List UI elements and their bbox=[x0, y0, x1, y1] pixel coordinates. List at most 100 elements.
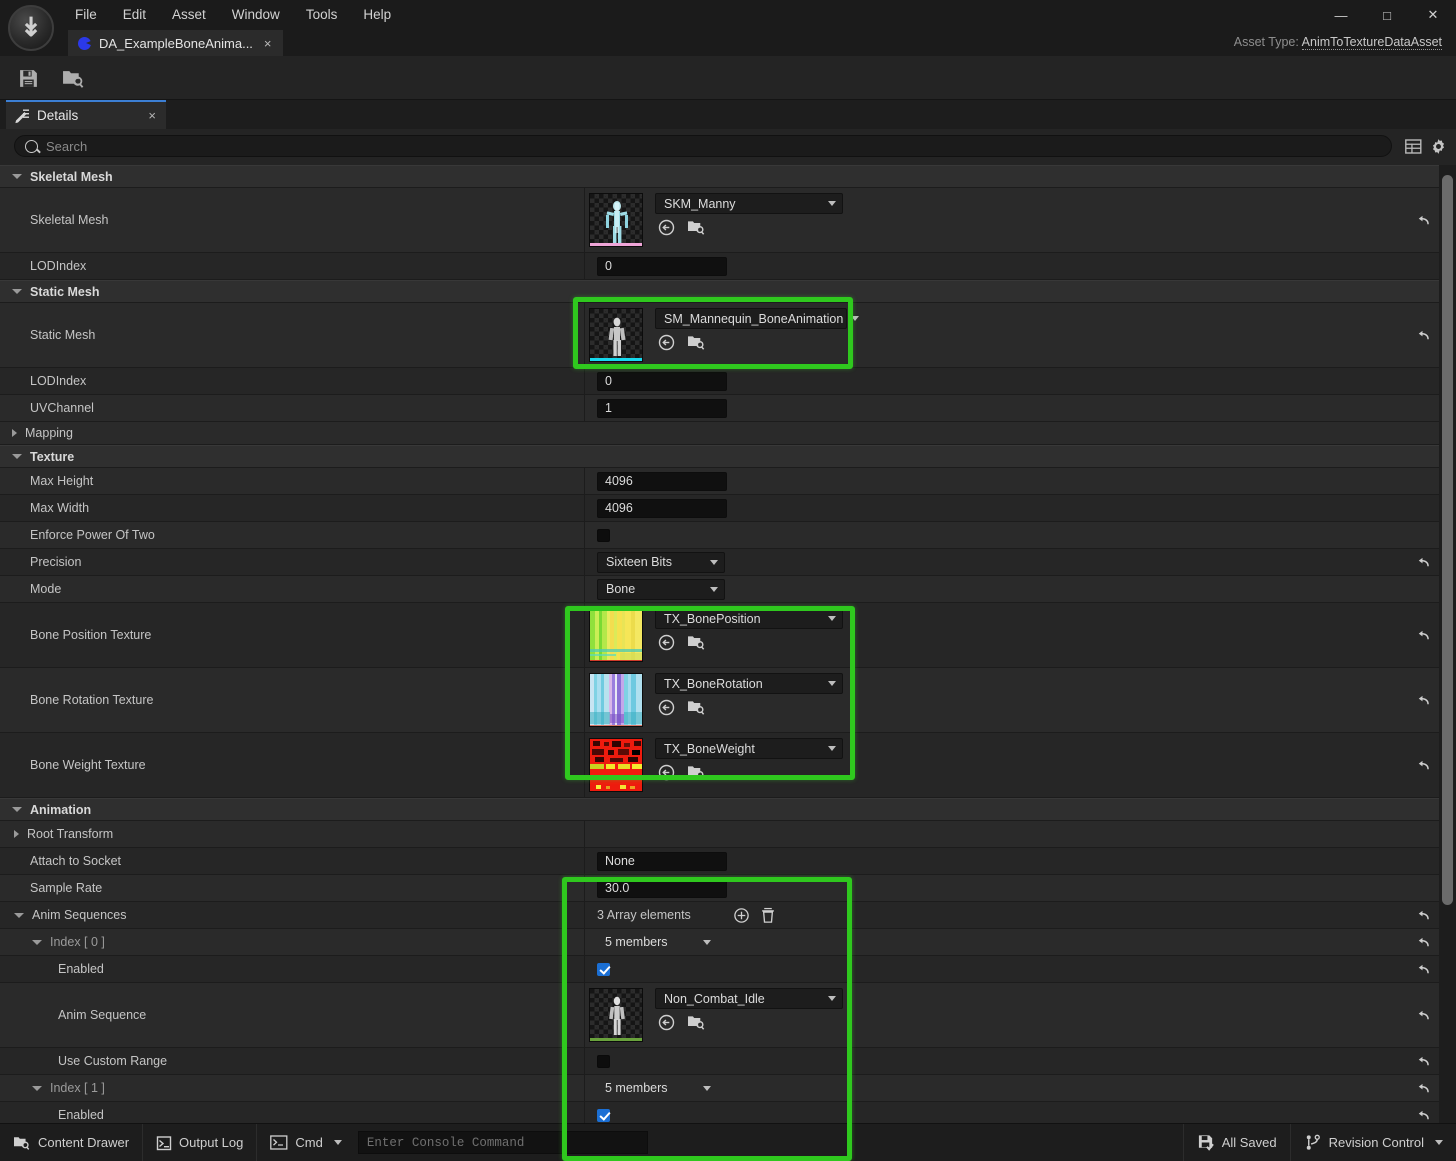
use-selected-asset-button[interactable] bbox=[657, 333, 676, 351]
asset-picker-bone-weight[interactable]: TX_BoneWeight bbox=[589, 733, 843, 797]
column-view-button[interactable] bbox=[1404, 137, 1423, 156]
bone-rotation-dropdown[interactable]: TX_BoneRotation bbox=[655, 673, 843, 694]
chevron-down-icon[interactable] bbox=[32, 939, 42, 945]
reset-to-default-button[interactable] bbox=[1412, 1080, 1432, 1096]
reset-to-default-button[interactable] bbox=[1412, 627, 1432, 643]
chevron-right-icon[interactable] bbox=[14, 830, 19, 838]
reset-to-default-button[interactable] bbox=[1412, 1053, 1432, 1069]
settings-button[interactable] bbox=[1429, 137, 1448, 156]
unreal-engine-logo-icon[interactable]: ↡ bbox=[8, 5, 54, 51]
row-root-transform[interactable]: Root Transform bbox=[0, 821, 1441, 848]
max-width-input[interactable]: 4096 bbox=[597, 498, 727, 518]
reset-to-default-button[interactable] bbox=[1412, 907, 1432, 923]
bone-position-dropdown[interactable]: TX_BonePosition bbox=[655, 608, 843, 629]
browse-to-asset-button[interactable] bbox=[687, 763, 706, 781]
reset-to-default-button[interactable] bbox=[1412, 934, 1432, 950]
browse-to-asset-button[interactable] bbox=[687, 333, 706, 351]
reset-to-default-button[interactable] bbox=[1412, 327, 1432, 343]
asset-picker-bone-position[interactable]: TX_BonePosition bbox=[589, 603, 843, 667]
close-icon[interactable]: × bbox=[261, 36, 275, 51]
lod-index-input[interactable]: 0 bbox=[597, 256, 727, 276]
delete-all-elements-button[interactable] bbox=[755, 904, 781, 926]
menu-asset[interactable]: Asset bbox=[159, 0, 219, 30]
enabled-checkbox-0[interactable] bbox=[597, 962, 610, 976]
category-static-mesh[interactable]: Static Mesh bbox=[0, 280, 1441, 303]
asset-tab[interactable]: DA_ExampleBoneAnima... × bbox=[68, 30, 283, 56]
use-selected-asset-button[interactable] bbox=[657, 218, 676, 236]
asset-picker-anim-sequence-0[interactable]: Non_Combat_Idle bbox=[589, 983, 843, 1047]
asset-picker-bone-rotation[interactable]: TX_BoneRotation bbox=[589, 668, 843, 732]
use-selected-asset-button[interactable] bbox=[657, 698, 676, 716]
lod-index-input[interactable]: 0 bbox=[597, 371, 727, 391]
browse-to-asset-button[interactable] bbox=[687, 633, 706, 651]
reset-to-default-button[interactable] bbox=[1412, 554, 1432, 570]
menu-file[interactable]: File bbox=[62, 0, 110, 30]
anim-sequence-dropdown-0[interactable]: Non_Combat_Idle bbox=[655, 988, 843, 1009]
maximize-button[interactable]: □ bbox=[1364, 0, 1410, 30]
save-button[interactable] bbox=[13, 63, 43, 93]
reset-to-default-button[interactable] bbox=[1412, 757, 1432, 773]
skeletal-mesh-dropdown[interactable]: SKM_Manny bbox=[655, 193, 843, 214]
tab-details[interactable]: Details × bbox=[6, 100, 166, 129]
enabled-checkbox-1[interactable] bbox=[597, 1108, 610, 1122]
use-custom-range-checkbox-0[interactable] bbox=[597, 1054, 610, 1068]
chevron-down-icon[interactable] bbox=[32, 1085, 42, 1091]
category-skeletal-mesh[interactable]: Skeletal Mesh bbox=[0, 165, 1441, 188]
search-box[interactable] bbox=[14, 135, 1392, 157]
browse-to-asset-button[interactable] bbox=[58, 63, 88, 93]
close-icon[interactable]: × bbox=[148, 108, 156, 123]
console-command-box[interactable] bbox=[357, 1131, 648, 1154]
precision-dropdown[interactable]: Sixteen Bits bbox=[597, 551, 725, 573]
asset-thumbnail[interactable] bbox=[589, 673, 643, 727]
output-log-button[interactable]: Output Log bbox=[143, 1123, 258, 1161]
sample-rate-input[interactable]: 30.0 bbox=[597, 878, 727, 898]
bone-weight-dropdown[interactable]: TX_BoneWeight bbox=[655, 738, 843, 759]
all-saved-button[interactable]: All Saved bbox=[1182, 1123, 1290, 1161]
menu-help[interactable]: Help bbox=[350, 0, 404, 30]
add-element-button[interactable] bbox=[729, 904, 755, 926]
console-command-input[interactable] bbox=[366, 1135, 647, 1150]
asset-thumbnail[interactable] bbox=[589, 308, 643, 362]
browse-to-asset-button[interactable] bbox=[687, 1013, 706, 1031]
close-window-button[interactable]: ✕ bbox=[1410, 0, 1456, 30]
use-selected-asset-button[interactable] bbox=[657, 1013, 676, 1031]
use-selected-asset-button[interactable] bbox=[657, 633, 676, 651]
asset-thumbnail[interactable] bbox=[589, 988, 643, 1042]
members-dropdown-1[interactable]: 5 members bbox=[597, 1078, 717, 1099]
attach-to-socket-input[interactable]: None bbox=[597, 851, 727, 871]
members-dropdown-0[interactable]: 5 members bbox=[597, 932, 717, 953]
cmd-selector[interactable]: Cmd bbox=[257, 1124, 347, 1161]
reset-to-default-button[interactable] bbox=[1412, 692, 1432, 708]
dropdown-value: Sixteen Bits bbox=[606, 555, 673, 569]
reset-to-default-button[interactable] bbox=[1412, 1007, 1432, 1023]
content-drawer-button[interactable]: Content Drawer bbox=[0, 1123, 144, 1161]
category-mapping[interactable]: Mapping bbox=[0, 422, 1441, 445]
reset-to-default-button[interactable] bbox=[1412, 212, 1432, 228]
search-input[interactable] bbox=[46, 138, 1391, 154]
asset-type-value[interactable]: AnimToTextureDataAsset bbox=[1301, 35, 1442, 50]
asset-picker-skeletal-mesh[interactable]: SKM_Manny bbox=[589, 188, 843, 252]
minimize-button[interactable]: — bbox=[1318, 0, 1364, 30]
uv-channel-input[interactable]: 1 bbox=[597, 398, 727, 418]
mode-dropdown[interactable]: Bone bbox=[597, 578, 725, 600]
static-mesh-dropdown[interactable]: SM_Mannequin_BoneAnimation bbox=[655, 308, 860, 329]
asset-picker-static-mesh[interactable]: SM_Mannequin_BoneAnimation bbox=[589, 303, 860, 367]
revision-control-button[interactable]: Revision Control bbox=[1289, 1123, 1456, 1161]
use-selected-asset-button[interactable] bbox=[657, 763, 676, 781]
max-height-input[interactable]: 4096 bbox=[597, 471, 727, 491]
menu-window[interactable]: Window bbox=[219, 0, 293, 30]
asset-thumbnail[interactable] bbox=[589, 738, 643, 792]
browse-to-asset-button[interactable] bbox=[687, 218, 706, 236]
browse-to-asset-button[interactable] bbox=[687, 698, 706, 716]
enforce-power-of-two-checkbox[interactable] bbox=[597, 528, 610, 542]
category-texture[interactable]: Texture bbox=[0, 445, 1441, 468]
reset-to-default-button[interactable] bbox=[1412, 961, 1432, 977]
category-animation[interactable]: Animation bbox=[0, 798, 1441, 821]
chevron-down-icon[interactable] bbox=[14, 912, 24, 918]
menu-edit[interactable]: Edit bbox=[110, 0, 159, 30]
reset-to-default-button[interactable] bbox=[1412, 1107, 1432, 1123]
asset-thumbnail[interactable] bbox=[589, 608, 643, 662]
details-vertical-scrollbar[interactable] bbox=[1442, 175, 1453, 905]
asset-thumbnail[interactable] bbox=[589, 193, 643, 247]
menu-tools[interactable]: Tools bbox=[293, 0, 351, 30]
